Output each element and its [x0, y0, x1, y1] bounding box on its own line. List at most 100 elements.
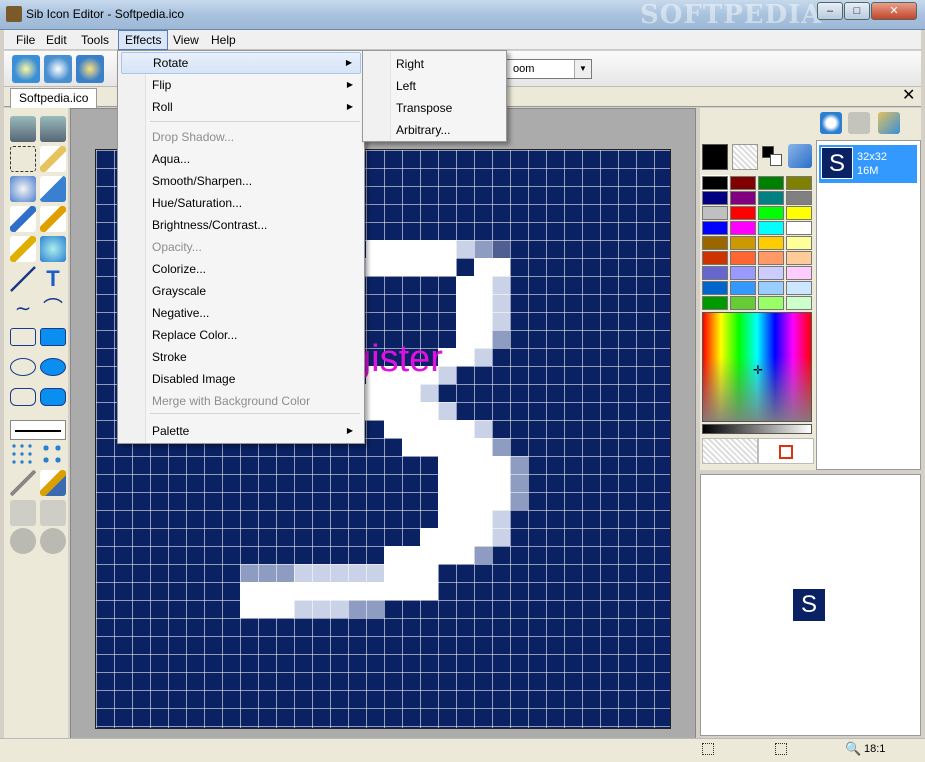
color-swatch[interactable]	[730, 251, 756, 265]
filled-rectangle-icon[interactable]	[40, 328, 66, 346]
pencil-icon[interactable]	[40, 146, 66, 172]
color-swatch[interactable]	[758, 296, 784, 310]
spray-sparse-icon[interactable]	[40, 442, 66, 468]
delete-image-icon[interactable]	[848, 112, 870, 134]
color-swatch[interactable]	[758, 176, 784, 190]
replace-color-icon[interactable]	[40, 236, 66, 262]
color-swatch[interactable]	[758, 191, 784, 205]
gradient-fill-icon[interactable]	[40, 470, 66, 496]
color-swatch[interactable]	[730, 221, 756, 235]
secondary-color[interactable]	[732, 144, 758, 170]
menu-item-smooth-sharpen[interactable]: Smooth/Sharpen...	[121, 170, 361, 192]
menu-item-disabled-image[interactable]: Disabled Image	[121, 368, 361, 390]
color-swatch[interactable]	[730, 281, 756, 295]
color-swatch[interactable]	[786, 296, 812, 310]
primary-color[interactable]	[702, 144, 728, 170]
color-swatch[interactable]	[786, 236, 812, 250]
color-swatch[interactable]	[702, 266, 728, 280]
zoom-select[interactable]: oom ▼	[504, 59, 592, 79]
menu-item-brightness-contrast[interactable]: Brightness/Contrast...	[121, 214, 361, 236]
open-icon-button[interactable]	[44, 55, 72, 83]
image-list-item[interactable]: S 32x32 16M	[819, 145, 917, 183]
menu-effects[interactable]: Effects	[118, 30, 169, 50]
shape-icon[interactable]	[10, 528, 36, 554]
menu-item-hue-saturation[interactable]: Hue/Saturation...	[121, 192, 361, 214]
color-spectrum[interactable]: ✛	[702, 312, 812, 422]
add-image-icon[interactable]	[820, 112, 842, 134]
color-swatch[interactable]	[758, 236, 784, 250]
color-swatch[interactable]	[702, 296, 728, 310]
color-swatch[interactable]	[758, 221, 784, 235]
color-swatch[interactable]	[702, 221, 728, 235]
color-swatch[interactable]	[730, 266, 756, 280]
arc-icon[interactable]: ⌒	[40, 296, 66, 322]
menu-item-roll[interactable]: Roll ▶	[121, 96, 361, 118]
color-swatch[interactable]	[730, 206, 756, 220]
close-button[interactable]: ✕	[871, 2, 917, 20]
color-swatch[interactable]	[786, 191, 812, 205]
color-swatch[interactable]	[730, 191, 756, 205]
menu-file[interactable]: File	[10, 30, 41, 50]
menu-help[interactable]: Help	[205, 30, 242, 50]
color-swatch[interactable]	[702, 206, 728, 220]
swap-colors-icon[interactable]	[762, 146, 784, 168]
rect-select-icon[interactable]	[10, 146, 36, 172]
reset-colors-icon[interactable]	[788, 144, 812, 168]
rotate-arbitrary-item[interactable]: Arbitrary...	[366, 119, 502, 141]
color-swatch[interactable]	[786, 281, 812, 295]
color-swatch[interactable]	[702, 236, 728, 250]
gradient-line-icon[interactable]	[10, 470, 36, 496]
image-properties-icon[interactable]	[878, 112, 900, 134]
menu-item-aqua[interactable]: Aqua...	[121, 148, 361, 170]
menu-edit[interactable]: Edit	[40, 30, 73, 50]
ellipse-icon[interactable]	[10, 358, 36, 376]
tab-softpedia-ico[interactable]: Softpedia.ico	[10, 88, 98, 108]
menu-item-negative[interactable]: Negative...	[121, 302, 361, 324]
color-swatch[interactable]	[702, 251, 728, 265]
menu-view[interactable]: View	[167, 30, 205, 50]
color-swatch[interactable]	[701, 175, 729, 191]
filled-ellipse-icon[interactable]	[40, 358, 66, 376]
color-swatch[interactable]	[786, 206, 812, 220]
grayscale-strip[interactable]	[702, 424, 812, 434]
color-swatch[interactable]	[786, 266, 812, 280]
rotate-left-item[interactable]: Left	[366, 75, 502, 97]
layer-copy-icon[interactable]	[40, 500, 66, 526]
color-swatch[interactable]	[758, 281, 784, 295]
rectangle-icon[interactable]	[10, 328, 36, 346]
redo-icon[interactable]	[40, 116, 66, 142]
text-icon[interactable]: T	[40, 266, 66, 292]
color-swatch[interactable]	[758, 266, 784, 280]
menu-item-flip[interactable]: Flip ▶	[121, 74, 361, 96]
line-icon[interactable]	[10, 266, 36, 292]
color-swatch[interactable]	[702, 191, 728, 205]
menu-item-replace-color[interactable]: Replace Color...	[121, 324, 361, 346]
rotate-right-item[interactable]: Right	[366, 53, 502, 75]
save-icon-button[interactable]	[76, 55, 104, 83]
rotate-transpose-item[interactable]: Transpose	[366, 97, 502, 119]
spray-pattern-icon[interactable]	[10, 442, 36, 468]
eraser-icon[interactable]	[40, 176, 66, 202]
color-swatch[interactable]	[786, 251, 812, 265]
transparent-color[interactable]	[702, 438, 758, 464]
color-picker-icon[interactable]	[10, 236, 36, 262]
color-swatch[interactable]	[730, 296, 756, 310]
color-swatch[interactable]	[758, 206, 784, 220]
undo-icon[interactable]	[10, 116, 36, 142]
airbrush-icon[interactable]	[40, 206, 66, 232]
filled-rounded-rectangle-icon[interactable]	[40, 388, 66, 406]
menu-item-rotate[interactable]: Rotate ▶	[121, 52, 361, 74]
color-swatch[interactable]	[702, 281, 728, 295]
brush-icon[interactable]	[10, 206, 36, 232]
rounded-rectangle-icon[interactable]	[10, 388, 36, 406]
shape-copy-icon[interactable]	[40, 528, 66, 554]
inverse-color[interactable]	[758, 438, 814, 464]
curve-icon[interactable]: ∼	[10, 296, 36, 322]
menu-item-colorize[interactable]: Colorize...	[121, 258, 361, 280]
color-swatch[interactable]	[730, 176, 756, 190]
line-width-selector[interactable]	[10, 420, 66, 440]
menu-item-stroke[interactable]: Stroke	[121, 346, 361, 368]
color-swatch[interactable]	[758, 251, 784, 265]
maximize-button[interactable]: □	[844, 2, 870, 20]
color-swatch[interactable]	[786, 221, 812, 235]
